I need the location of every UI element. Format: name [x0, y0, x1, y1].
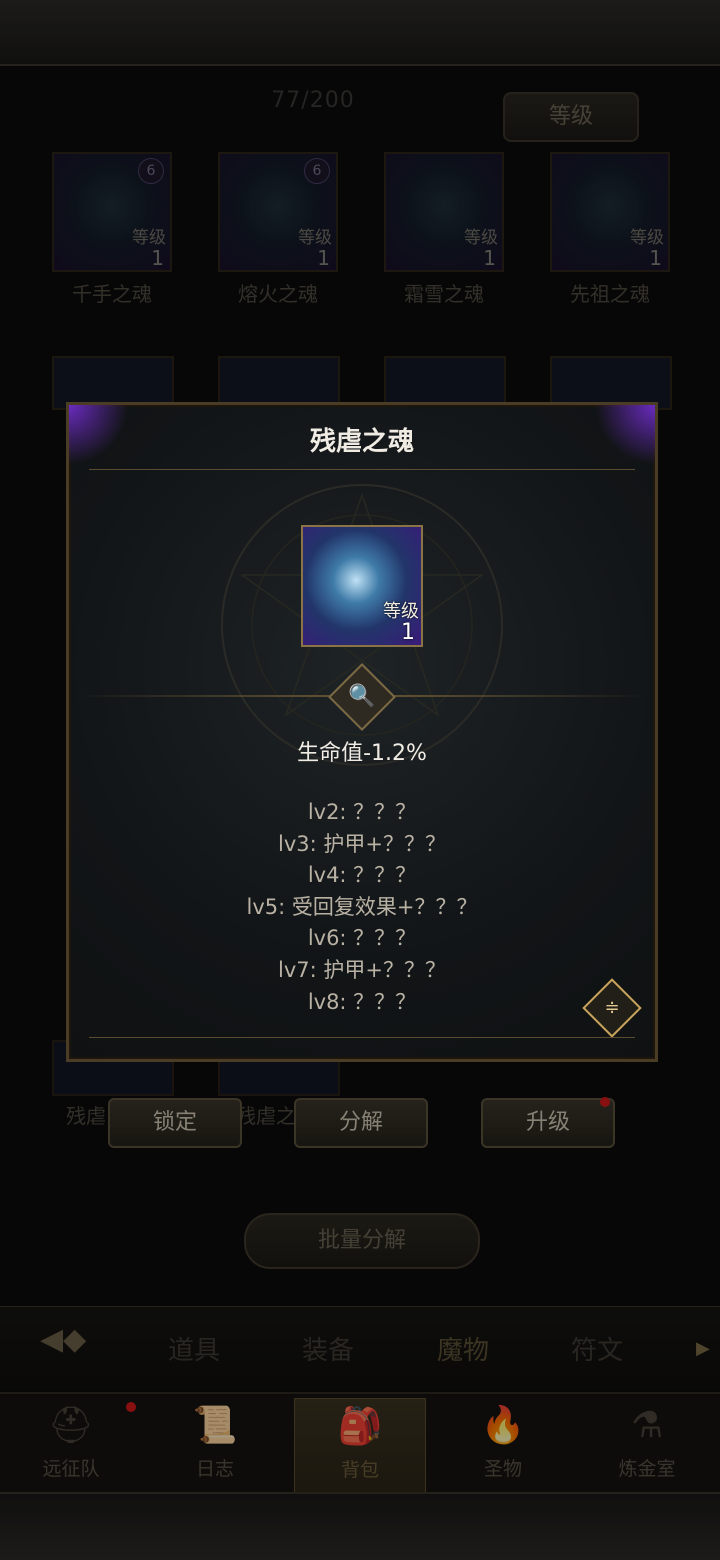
level-effect: lv3: 护甲+？？？ — [278, 831, 446, 856]
level-effect: lv5: 受回复效果+？？？ — [246, 894, 478, 919]
magnifier-icon: 🔍 — [348, 684, 376, 709]
level-effect: lv4: ？？？ — [307, 863, 417, 888]
title-divider — [89, 469, 635, 470]
expand-icon: ≑ — [604, 997, 620, 1018]
level-value: 1 — [401, 620, 415, 645]
level-effect: lv2: ？？？ — [307, 800, 417, 824]
level-effect: lv6: ？？？ — [307, 926, 417, 951]
current-effect: 生命值-1.2% — [297, 741, 427, 766]
level-effect: lv7: 护甲+？？？ — [278, 957, 446, 982]
modal-title: 残虐之魂 — [309, 427, 414, 457]
level-effect: lv8: ？？？ — [307, 989, 417, 1014]
bottom-divider — [89, 1037, 635, 1038]
soul-portrait: 等级 1 — [301, 525, 423, 647]
soul-detail-modal: 残虐之魂 等级 1 🔍 生命值-1.2% lv2: ？？？ lv3: 护甲+？？… — [66, 402, 658, 1062]
level-effects-list: lv2: ？？？ lv3: 护甲+？？？ lv4: ？？？ lv5: 受回复效果… — [69, 797, 655, 1018]
